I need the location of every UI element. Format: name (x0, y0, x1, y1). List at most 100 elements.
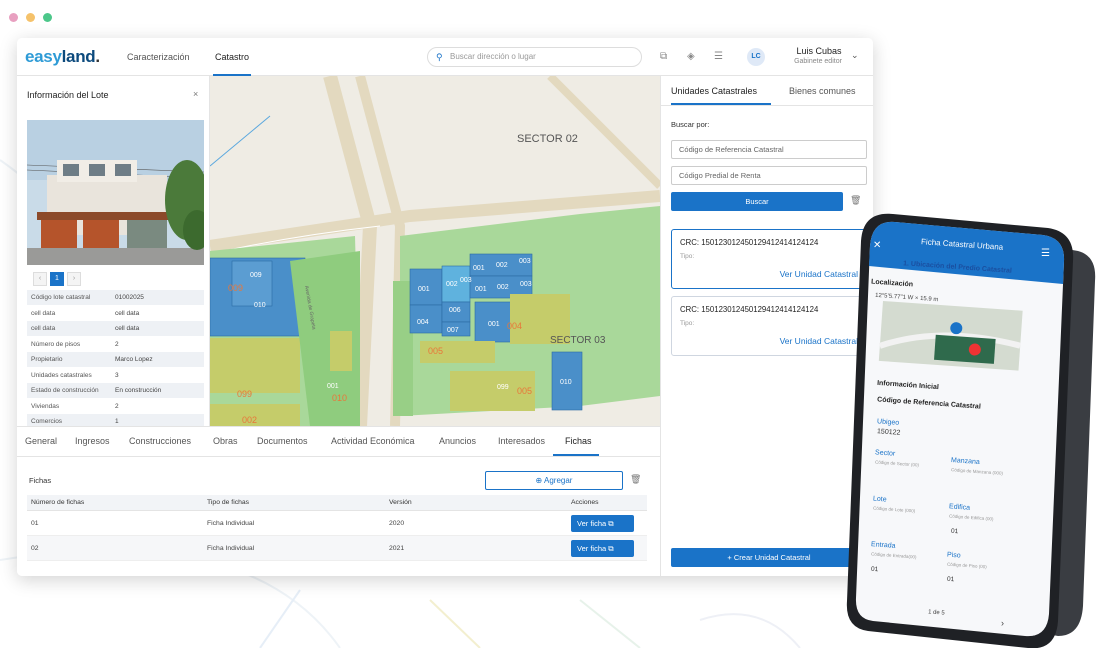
lot-label[interactable]: 001 (475, 286, 487, 293)
codigo-predial-input[interactable]: Código Predial de Renta (671, 166, 867, 185)
ver-ficha-button[interactable]: Ver ficha ⧉ (571, 515, 634, 532)
trash-icon[interactable]: 🗑 (850, 195, 861, 206)
chevron-down-icon[interactable]: ⌄ (851, 50, 859, 61)
layers-icon[interactable]: ◈ (687, 51, 695, 62)
lot-label[interactable]: 003 (460, 277, 472, 284)
trash-icon[interactable]: 🗑 (630, 474, 641, 485)
tab-documentos[interactable]: Documentos (257, 436, 308, 446)
tab-anuncios[interactable]: Anuncios (439, 436, 476, 446)
next-photo-button[interactable]: › (67, 272, 81, 286)
column-header: Número de fichas (31, 499, 85, 506)
user-role: Gabinete editor (794, 58, 842, 65)
unidad-card[interactable]: CRC: 15012301245012941241412412​4 Tipo: … (671, 229, 867, 289)
page-1-button[interactable]: 1 (50, 272, 64, 286)
lot-label[interactable]: 005 (517, 386, 532, 396)
tab-unidades-catastrales[interactable]: Unidades Catastrales (671, 86, 757, 96)
lot-label[interactable]: 003 (520, 281, 532, 288)
lote-info-panel: Información del Lote × ‹ 1 › Código lote… (17, 76, 210, 430)
tab-general[interactable]: General (25, 436, 57, 446)
tab-divider (661, 105, 873, 106)
tab-actividad-economica[interactable]: Actividad Económica (331, 436, 415, 446)
lot-label[interactable]: 099 (237, 389, 252, 399)
table-header: Número de fichas Tipo de fichas Versión … (27, 495, 647, 511)
close-icon[interactable]: × (193, 89, 198, 99)
sector-02-label: SECTOR 02 (517, 133, 578, 145)
menu-icon[interactable]: ☰ (1041, 248, 1050, 259)
bottom-panel: General Ingresos Construcciones Obras Do… (17, 426, 660, 576)
attr-key: Estado de construcción (31, 387, 99, 394)
attr-value: En construcción (115, 387, 162, 394)
unidad-card[interactable]: CRC: 15012301245012941241412412​4 Tipo: … (671, 296, 867, 356)
list-icon[interactable]: ☰ (714, 51, 723, 62)
codigo-referencia-input[interactable]: Código de Referencia Catastral (671, 140, 867, 159)
piso-value[interactable]: 01 (947, 576, 955, 583)
lote-attributes-table: Código lote catastral 01002025 cell data c… (27, 290, 204, 430)
lot-label[interactable]: 005 (428, 346, 443, 356)
cadastral-map[interactable]: SECTOR 02 SECTOR 03 Avenida de Grapeta 0… (210, 76, 660, 426)
crear-unidad-button[interactable]: + Crear Unidad Catastral (671, 548, 867, 567)
minimize-dot[interactable] (26, 13, 35, 22)
ver-ficha-button[interactable]: Ver ficha ⧉ (571, 540, 634, 557)
ficha-version: 2021 (389, 545, 405, 552)
agregar-button[interactable]: ⊕ Agregar (485, 471, 623, 490)
nav-caracterizacion[interactable]: Caracterización (127, 38, 190, 76)
lot-label[interactable]: 009 (250, 272, 262, 279)
lot-label[interactable]: 009 (228, 283, 243, 293)
lot-label[interactable]: 006 (449, 307, 461, 314)
app-window: easyland. Caracterización Catastro ⚲ Busc… (17, 38, 873, 576)
close-icon[interactable]: ✕ (873, 240, 881, 251)
buscar-button[interactable]: Buscar (671, 192, 843, 211)
buscar-por-label: Buscar por: (671, 120, 710, 129)
close-dot[interactable] (9, 13, 18, 22)
lot-label[interactable]: 002 (496, 262, 508, 269)
attr-value: 2 (115, 402, 119, 410)
nav-catastro[interactable]: Catastro (213, 38, 252, 76)
photo-pager: ‹ 1 › (33, 272, 81, 286)
panel-title: Información del Lote (27, 90, 109, 100)
chevron-right-icon[interactable]: › (1001, 618, 1004, 628)
entrada-value[interactable]: 01 (871, 566, 879, 573)
lot-label[interactable]: 099 (497, 384, 509, 391)
attr-key: cell data (31, 309, 56, 317)
lot-label[interactable]: 003 (519, 258, 531, 265)
lot-label[interactable]: 002 (446, 281, 458, 288)
edifica-value[interactable]: 01 (951, 528, 959, 535)
search-input[interactable]: ⚲ Buscar dirección o lugar (427, 47, 642, 67)
avatar[interactable]: LC (747, 48, 765, 66)
lot-label[interactable]: 002 (242, 415, 257, 425)
lote-label: Lote (872, 495, 887, 504)
lot-label[interactable]: 001 (488, 321, 500, 328)
attr-key: Número de pisos (31, 340, 81, 348)
actions-cell: Ver ficha ⧉ (571, 536, 647, 560)
tab-bienes-comunes[interactable]: Bienes comunes (789, 86, 856, 96)
lot-label[interactable]: 007 (447, 327, 459, 334)
layers-copy-icon[interactable]: ⧉ (660, 51, 667, 62)
maximize-dot[interactable] (43, 13, 52, 22)
lot-label[interactable]: 001 (418, 286, 430, 293)
window-controls (9, 13, 52, 22)
lot-label[interactable]: 010 (254, 302, 266, 309)
prev-photo-button[interactable]: ‹ (33, 272, 47, 286)
tab-interesados[interactable]: Interesados (498, 436, 545, 446)
tab-obras[interactable]: Obras (213, 436, 238, 446)
attr-key: Propietario (31, 356, 63, 363)
table-row: Estado de construcción En construcción (27, 383, 204, 399)
phone-pager: 1 de 5 (927, 609, 945, 617)
easyland-logo[interactable]: easyland. (25, 47, 100, 67)
tab-construcciones[interactable]: Construcciones (129, 436, 191, 446)
lot-label[interactable]: 010 (560, 379, 572, 386)
map-canvas[interactable]: SECTOR 02 SECTOR 03 Avenida de Grapeta 0… (210, 76, 660, 426)
lot-label[interactable]: 010 (332, 393, 347, 403)
lot-label[interactable]: 001 (327, 383, 339, 390)
ficha-version: 2020 (389, 520, 405, 527)
lot-label[interactable]: 001 (473, 265, 485, 272)
lot-label[interactable]: 004 (417, 319, 429, 326)
tab-ingresos[interactable]: Ingresos (75, 436, 110, 446)
tab-fichas[interactable]: Fichas (565, 436, 592, 446)
lot-label[interactable]: 002 (497, 284, 509, 291)
active-tab-indicator (553, 454, 599, 456)
lot-label[interactable]: 004 (507, 321, 522, 331)
top-bar: easyland. Caracterización Catastro ⚲ Busc… (17, 38, 873, 76)
table-row: cell data cell data (27, 306, 204, 321)
table-row: Número de pisos 2 (27, 337, 204, 352)
